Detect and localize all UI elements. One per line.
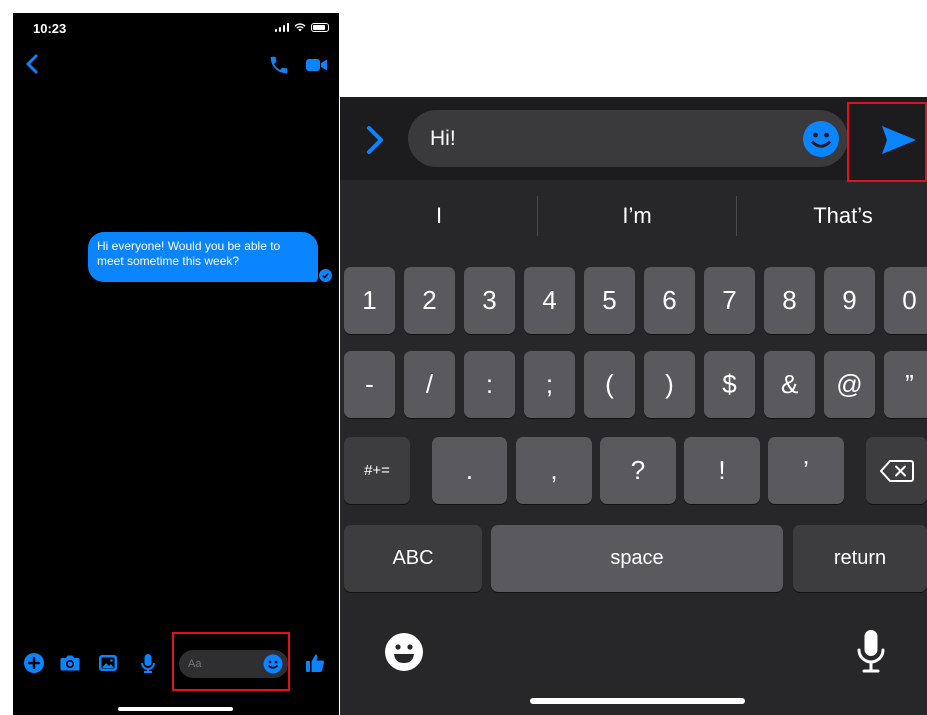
- key-4[interactable]: 4: [524, 267, 575, 334]
- phone-icon[interactable]: [268, 54, 290, 76]
- suggestion-1[interactable]: I: [436, 203, 442, 229]
- message-text: Hi everyone! Would you be able to meet s…: [97, 239, 281, 268]
- wifi-icon: [294, 23, 306, 32]
- key-exclamation[interactable]: !: [684, 437, 760, 504]
- key-period[interactable]: .: [432, 437, 507, 504]
- key-at[interactable]: @: [824, 351, 875, 418]
- key-5[interactable]: 5: [584, 267, 635, 334]
- key-apostrophe[interactable]: ’: [768, 437, 844, 504]
- key-comma[interactable]: ,: [516, 437, 592, 504]
- expand-chevron-icon[interactable]: [364, 124, 386, 156]
- signal-icon: [274, 22, 289, 32]
- key-2[interactable]: 2: [404, 267, 455, 334]
- seen-check-icon: [319, 269, 332, 282]
- send-highlight-box: [847, 102, 927, 182]
- battery-icon: [311, 23, 329, 32]
- key-8[interactable]: 8: [764, 267, 815, 334]
- key-0[interactable]: 0: [884, 267, 927, 334]
- key-ampersand[interactable]: &: [764, 351, 815, 418]
- microphone-icon[interactable]: [137, 652, 159, 674]
- camera-icon[interactable]: [59, 652, 81, 674]
- key-dollar[interactable]: $: [704, 351, 755, 418]
- home-indicator: [118, 707, 233, 711]
- photo-icon[interactable]: [97, 652, 119, 674]
- key-open-paren[interactable]: (: [584, 351, 635, 418]
- key-question[interactable]: ?: [600, 437, 676, 504]
- key-hyphen[interactable]: -: [344, 351, 395, 418]
- key-7[interactable]: 7: [704, 267, 755, 334]
- suggestion-3[interactable]: That’s: [813, 203, 873, 229]
- video-camera-icon[interactable]: [305, 56, 329, 74]
- return-key[interactable]: return: [793, 525, 927, 592]
- suggestion-divider: [537, 196, 538, 236]
- message-field[interactable]: [408, 110, 848, 167]
- key-close-paren[interactable]: ): [644, 351, 695, 418]
- emoji-icon[interactable]: [802, 120, 840, 158]
- key-1[interactable]: 1: [344, 267, 395, 334]
- input-bar: [340, 97, 927, 180]
- home-indicator: [530, 698, 745, 704]
- message-bubble[interactable]: Hi everyone! Would you be able to meet s…: [88, 232, 318, 282]
- key-quote[interactable]: ”: [884, 351, 927, 418]
- emoji-keyboard-icon[interactable]: [384, 632, 424, 672]
- message-input-active[interactable]: [430, 124, 780, 154]
- key-semicolon[interactable]: ;: [524, 351, 575, 418]
- status-time: 10:23: [33, 21, 67, 36]
- key-6[interactable]: 6: [644, 267, 695, 334]
- key-3[interactable]: 3: [464, 267, 515, 334]
- back-chevron-icon[interactable]: [25, 54, 39, 74]
- keyboard-screen: I I’m That’s 1 2 3 4 5 6 7 8 9 0 - / : ;…: [340, 97, 927, 715]
- abc-key[interactable]: ABC: [344, 525, 482, 592]
- dictation-microphone-icon[interactable]: [856, 628, 886, 674]
- key-more-symbols[interactable]: #+=: [344, 437, 410, 504]
- key-9[interactable]: 9: [824, 267, 875, 334]
- chat-screen: 10:23 Hi everyone! Would you be able to …: [13, 13, 339, 715]
- key-colon[interactable]: :: [464, 351, 515, 418]
- key-slash[interactable]: /: [404, 351, 455, 418]
- backspace-icon: [879, 459, 914, 482]
- thumbs-up-icon[interactable]: [304, 652, 326, 674]
- backspace-key[interactable]: [866, 437, 927, 504]
- composer-highlight-box: [172, 632, 290, 691]
- plus-icon[interactable]: [23, 652, 45, 674]
- suggestion-2[interactable]: I’m: [622, 203, 651, 229]
- suggestion-divider: [736, 196, 737, 236]
- space-key[interactable]: space: [491, 525, 783, 592]
- status-icons: [274, 22, 329, 32]
